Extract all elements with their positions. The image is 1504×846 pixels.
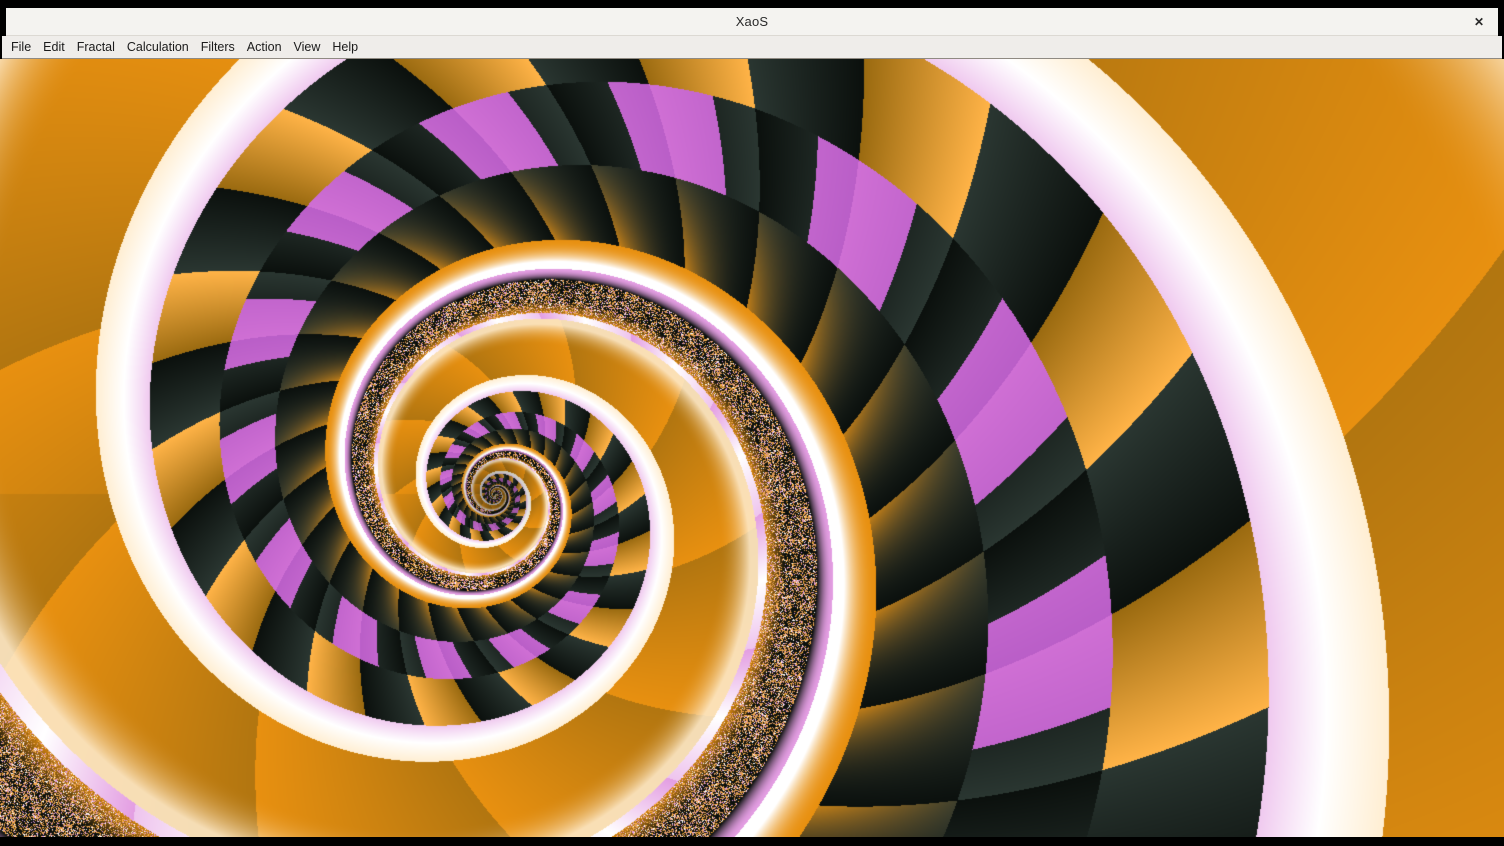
close-button[interactable]: ✕ — [1470, 8, 1488, 35]
window-title: XaoS — [736, 14, 769, 29]
menu-item-help[interactable]: Help — [326, 36, 364, 58]
window-bottom-border — [0, 837, 1504, 845]
close-icon: ✕ — [1474, 15, 1484, 29]
xaos-window: XaoS ✕ File Edit Fractal Calculation Fil… — [0, 0, 1504, 846]
menu-item-file[interactable]: File — [5, 36, 37, 58]
menu-item-action[interactable]: Action — [241, 36, 288, 58]
menu-item-calculation[interactable]: Calculation — [121, 36, 195, 58]
title-bar[interactable]: XaoS ✕ — [6, 8, 1498, 36]
fractal-view[interactable] — [0, 59, 1504, 837]
menu-item-view[interactable]: View — [288, 36, 327, 58]
menu-item-filters[interactable]: Filters — [195, 36, 241, 58]
menu-item-fractal[interactable]: Fractal — [71, 36, 121, 58]
window-top-border — [0, 0, 1504, 8]
menu-item-edit[interactable]: Edit — [37, 36, 71, 58]
menu-bar: File Edit Fractal Calculation Filters Ac… — [2, 36, 1502, 59]
